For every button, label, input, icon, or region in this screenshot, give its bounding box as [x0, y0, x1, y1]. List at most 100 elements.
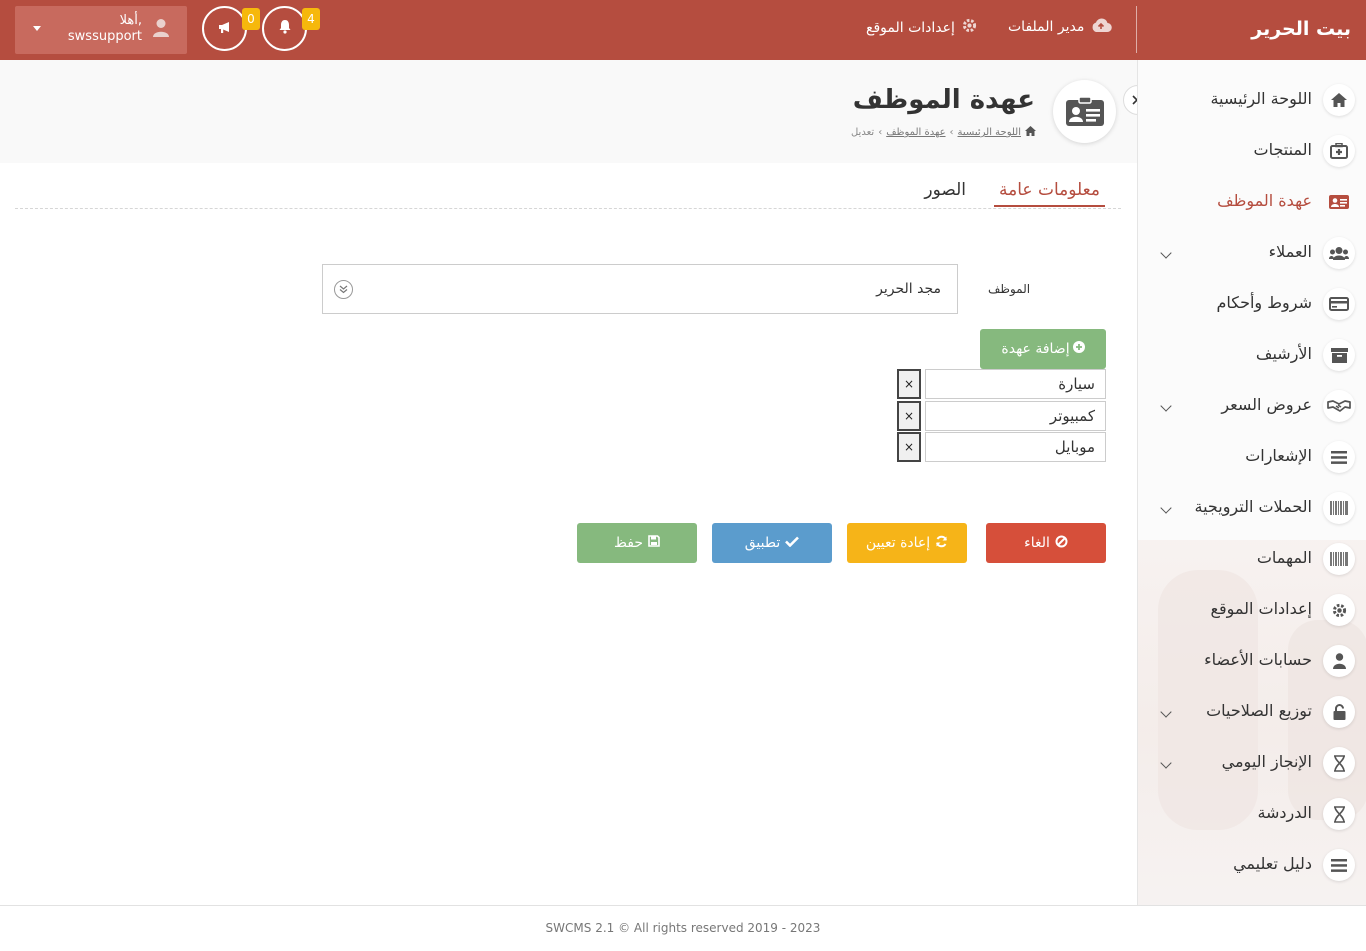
sidebar-item-products[interactable]: المنتجات — [1138, 127, 1366, 178]
breadcrumb-home[interactable]: اللوحة الرئيسية — [958, 127, 1021, 138]
footer-copyright: SWCMS 2.1 © All rights reserved 2019 - 2… — [545, 921, 821, 935]
sidebar-item-daily-achievement[interactable]: الإنجاز اليومي — [1138, 739, 1366, 790]
notifications-button[interactable] — [262, 6, 307, 51]
custody-item-row: × موبايل — [897, 432, 1106, 462]
handshake-icon — [1323, 390, 1355, 422]
sidebar: اللوحة الرئيسية المنتجات عهدة الموظف الع… — [1137, 60, 1366, 906]
user-menu[interactable]: أهلا, swssupport — [15, 6, 187, 54]
id-card-icon — [1323, 186, 1355, 218]
floppy-disk-icon — [648, 535, 660, 551]
sidebar-item-tasks[interactable]: المهمات — [1138, 535, 1366, 586]
sidebar-item-label: الإنجاز اليومي — [1221, 752, 1312, 771]
sidebar-item-tutorial[interactable]: دليل تعليمي — [1138, 841, 1366, 892]
bell-icon — [278, 19, 292, 38]
user-name: swssupport — [67, 29, 142, 44]
employee-field-label: الموظف — [988, 282, 1031, 296]
top-navbar: بيت الحرير مدير الملفات إعدادات الموقع 4… — [0, 0, 1366, 60]
sidebar-item-label: الإشعارات — [1245, 446, 1312, 465]
sidebar-item-label: دليل تعليمي — [1233, 854, 1312, 873]
sidebar-item-label: الأرشيف — [1255, 344, 1312, 363]
cloud-upload-icon — [1090, 17, 1113, 37]
apply-button[interactable]: تطبيق — [712, 523, 832, 563]
bars-icon — [1323, 849, 1355, 881]
remove-item-button[interactable]: × — [897, 432, 921, 462]
chevron-down-icon[interactable] — [1160, 400, 1172, 412]
barcode-icon — [1323, 543, 1355, 575]
cancel-button[interactable]: الغاء — [986, 523, 1106, 563]
user-avatar-icon — [153, 18, 175, 42]
remove-item-button[interactable]: × — [897, 401, 921, 431]
chevron-down-icon[interactable] — [1160, 706, 1172, 718]
briefcase-medical-icon — [1323, 135, 1355, 167]
breadcrumb-separator: › — [878, 127, 883, 138]
employee-select-value: مجد الحرير — [876, 281, 941, 297]
footer: SWCMS 2.1 © All rights reserved 2019 - 2… — [0, 921, 1366, 935]
custody-item-input[interactable]: موبايل — [925, 432, 1106, 462]
custody-item-input[interactable]: كمبيوتر — [925, 401, 1106, 431]
sidebar-item-label: إعدادات الموقع — [1210, 599, 1312, 618]
user-icon — [1323, 645, 1355, 677]
user-greeting: أهلا, — [119, 13, 142, 28]
sidebar-item-label: الحملات الترويجية — [1194, 497, 1312, 516]
home-icon[interactable] — [1025, 126, 1036, 139]
sidebar-item-permissions[interactable]: توزيع الصلاحيات — [1138, 688, 1366, 739]
sidebar-item-label: حسابات الأعضاء — [1204, 650, 1312, 669]
refresh-icon — [935, 535, 948, 552]
save-label: حفظ — [613, 535, 644, 551]
chevron-down-icon[interactable] — [1160, 757, 1172, 769]
sidebar-item-dashboard[interactable]: اللوحة الرئيسية — [1138, 76, 1366, 127]
sidebar-item-label: المنتجات — [1253, 140, 1313, 159]
sidebar-item-campaigns[interactable]: الحملات الترويجية — [1138, 484, 1366, 535]
tab-images[interactable]: الصور — [924, 180, 966, 200]
custody-item-input[interactable]: سيارة — [925, 369, 1106, 399]
custody-item-row: × سيارة — [897, 369, 1106, 399]
sidebar-item-chat[interactable]: الدردشة — [1138, 790, 1366, 841]
sidebar-item-archive[interactable]: الأرشيف — [1138, 331, 1366, 382]
sidebar-item-site-settings[interactable]: إعدادات الموقع — [1138, 586, 1366, 637]
hourglass-icon — [1323, 747, 1355, 779]
announcements-button[interactable] — [202, 6, 247, 51]
barcode-icon — [1323, 492, 1355, 524]
chevron-down-icon[interactable] — [1160, 247, 1172, 259]
gear-icon — [961, 17, 978, 38]
apply-label: تطبيق — [744, 535, 781, 551]
custody-item-row: × كمبيوتر — [897, 401, 1106, 431]
ban-icon — [1055, 535, 1068, 552]
home-icon — [1323, 84, 1355, 116]
check-icon — [785, 535, 800, 551]
breadcrumb: اللوحة الرئيسية › عهدة الموظف › تعديل — [851, 126, 1036, 139]
file-manager-link[interactable]: مدير الملفات — [1008, 17, 1113, 37]
employee-select[interactable]: مجد الحرير — [322, 264, 958, 314]
chevron-down-icon[interactable] — [1160, 502, 1172, 514]
notifications-badge: 4 — [302, 8, 320, 30]
sidebar-item-label: المهمات — [1256, 548, 1312, 567]
users-icon — [1323, 237, 1355, 269]
breadcrumb-current: تعديل — [850, 127, 875, 138]
footer-divider — [0, 905, 1366, 906]
tab-general-info[interactable]: معلومات عامة — [994, 180, 1105, 207]
unlock-icon — [1323, 696, 1355, 728]
sidebar-item-label: الدردشة — [1257, 803, 1312, 822]
sidebar-item-clients[interactable]: العملاء — [1138, 229, 1366, 280]
bars-icon — [1323, 441, 1355, 473]
plus-circle-icon — [1072, 341, 1085, 357]
sidebar-item-label: عروض السعر — [1221, 395, 1312, 414]
id-card-icon — [1053, 80, 1116, 143]
page-title: عهدة الموظف — [852, 85, 1035, 115]
double-chevron-down-icon — [334, 280, 353, 299]
sidebar-item-employee-custody[interactable]: عهدة الموظف — [1138, 178, 1366, 229]
sidebar-item-quotations[interactable]: عروض السعر — [1138, 382, 1366, 433]
save-button[interactable]: حفظ — [577, 523, 697, 563]
add-custody-button[interactable]: إضافة عهدة — [980, 329, 1106, 369]
breadcrumb-section[interactable]: عهدة الموظف — [886, 127, 945, 138]
file-manager-label: مدير الملفات — [1008, 19, 1085, 35]
hourglass-icon — [1323, 798, 1355, 830]
sidebar-item-notifications[interactable]: الإشعارات — [1138, 433, 1366, 484]
brand-title[interactable]: بيت الحرير — [1251, 18, 1351, 40]
site-settings-link[interactable]: إعدادات الموقع — [866, 17, 978, 38]
reset-button[interactable]: إعادة تعيين — [847, 523, 967, 563]
remove-item-button[interactable]: × — [897, 369, 921, 399]
sidebar-item-terms[interactable]: شروط وأحكام — [1138, 280, 1366, 331]
sidebar-item-member-accounts[interactable]: حسابات الأعضاء — [1138, 637, 1366, 688]
reset-label: إعادة تعيين — [865, 535, 931, 551]
